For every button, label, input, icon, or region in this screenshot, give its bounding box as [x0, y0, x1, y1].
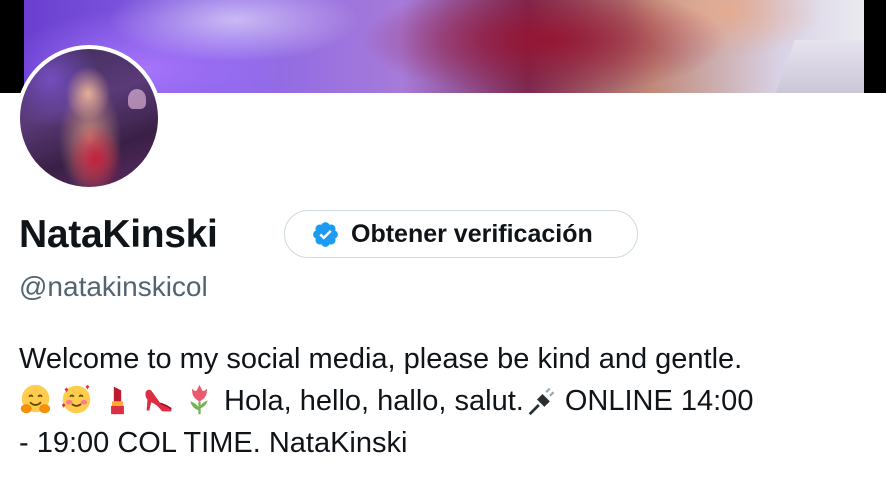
username-handle: @natakinskicol [19, 271, 208, 302]
bio-line-3: - 19:00 COL TIME. NataKinski [19, 427, 408, 459]
get-verified-label: Obtener verificación [351, 219, 593, 248]
electric-plug-icon [528, 387, 555, 416]
bio-online-hours: ONLINE 14:00 [564, 385, 754, 417]
banner-edge [864, 0, 886, 93]
bio-line-2: Hola, hello, hallo, salut. ONLINE 14:00 [19, 380, 869, 422]
avatar-background-lamp [128, 89, 146, 109]
display-name: NataKinski [19, 213, 218, 256]
lipstick-icon [111, 386, 124, 415]
high-heeled-shoe-icon [145, 389, 172, 412]
smiling-face-with-hearts-icon [61, 384, 91, 414]
avatar[interactable] [16, 45, 162, 191]
tulip-icon [190, 384, 208, 415]
bio-line-1: Welcome to my social media, please be ki… [19, 343, 743, 375]
avatar-photo [20, 49, 158, 187]
bio-greeting: Hola, hello, hallo, salut. [224, 385, 524, 417]
hugging-face-icon [20, 384, 51, 414]
verified-badge-icon [313, 221, 338, 247]
profile-bio: Welcome to my social media, please be ki… [19, 338, 869, 464]
get-verified-button[interactable]: Obtener verificación [284, 210, 638, 258]
profile-page: NataKinski Obtener verificación @natakin… [0, 0, 886, 482]
